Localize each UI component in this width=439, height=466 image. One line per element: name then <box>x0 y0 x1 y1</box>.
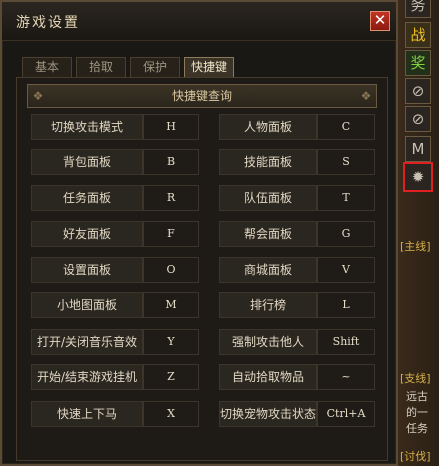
activity-icon[interactable]: 务 <box>405 0 431 18</box>
quest-hunt-tag: [讨伐] <box>400 450 431 463</box>
shortcut-row: 设置面板 O 商城面板 V <box>17 257 389 283</box>
quest-main-tag: [主线] <box>400 240 431 253</box>
shortcut-key-button[interactable]: G <box>317 221 375 247</box>
shortcut-key-button[interactable]: Z <box>143 364 199 390</box>
shortcut-row: 小地图面板 M 排行榜 L <box>17 292 389 318</box>
shortcut-label: 开始/结束游戏挂机 <box>31 364 143 390</box>
shortcut-row: 打开/关闭音乐音效 Y 强制攻击他人 Shift <box>17 329 389 355</box>
shortcut-label: 技能面板 <box>219 149 317 175</box>
shortcut-key-button[interactable]: T <box>317 185 375 211</box>
mail-icon[interactable]: M <box>405 136 431 162</box>
shortcut-row: 快速上下马 X 切换宠物攻击状态 Ctrl+A <box>17 401 389 427</box>
shortcut-label: 商城面板 <box>219 257 317 283</box>
side-quick-bar: 务 战 奖 ⊘ ⊘ M ✹ [主线] [支线] 远古 的一 任务 [讨伐] <box>398 0 439 466</box>
shortcut-key-button[interactable]: Ctrl+A <box>317 401 375 427</box>
battle-icon[interactable]: 战 <box>405 22 431 48</box>
reward-icon[interactable]: 奖 <box>405 50 431 76</box>
tab-shortcuts[interactable]: 快捷键 <box>184 57 234 77</box>
game-settings-dialog: 游戏设置 ✕ 基本 拾取 保护 快捷键 ❖ 快捷键查询 ❖ 切换攻击模式 H 人… <box>0 0 398 466</box>
ornament-left-icon: ❖ <box>32 89 44 103</box>
close-button[interactable]: ✕ <box>370 11 390 31</box>
shortcut-key-button[interactable]: X <box>143 401 199 427</box>
shortcut-key-button[interactable]: M <box>143 292 199 318</box>
shortcut-key-button[interactable]: Y <box>143 329 199 355</box>
settings-tabs: 基本 拾取 保护 快捷键 <box>22 57 234 77</box>
shortcut-label: 任务面板 <box>31 185 143 211</box>
shortcut-label: 队伍面板 <box>219 185 317 211</box>
disabled-icon-2[interactable]: ⊘ <box>405 106 431 132</box>
shortcut-label: 排行榜 <box>219 292 317 318</box>
shortcut-key-button[interactable]: O <box>143 257 199 283</box>
shortcuts-panel: ❖ 快捷键查询 ❖ 切换攻击模式 H 人物面板 C 背包面板 B 技能面板 S … <box>16 77 388 461</box>
shortcut-label: 切换攻击模式 <box>31 114 143 140</box>
shortcut-label: 强制攻击他人 <box>219 329 317 355</box>
shortcut-label: 小地图面板 <box>31 292 143 318</box>
shortcut-key-button[interactable]: V <box>317 257 375 283</box>
quest-text-2: 的一 <box>406 406 428 419</box>
tab-basic[interactable]: 基本 <box>22 57 72 77</box>
shortcut-key-button[interactable]: L <box>317 292 375 318</box>
shortcut-label: 人物面板 <box>219 114 317 140</box>
shortcut-label: 快速上下马 <box>31 401 143 427</box>
shortcut-key-button[interactable]: C <box>317 114 375 140</box>
shortcut-label: 设置面板 <box>31 257 143 283</box>
title-bar[interactable]: 游戏设置 ✕ <box>2 2 396 41</box>
shortcut-row: 背包面板 B 技能面板 S <box>17 149 389 175</box>
quest-text-3: 任务 <box>406 422 428 435</box>
shortcut-label: 打开/关闭音乐音效 <box>31 329 143 355</box>
shortcut-row: 好友面板 F 帮会面板 G <box>17 221 389 247</box>
shortcut-label: 帮会面板 <box>219 221 317 247</box>
shortcut-key-button[interactable]: Shift <box>317 329 375 355</box>
quest-text-1: 远古 <box>406 390 428 403</box>
shortcut-key-button[interactable]: S <box>317 149 375 175</box>
shortcut-row: 切换攻击模式 H 人物面板 C <box>17 114 389 140</box>
dialog-title: 游戏设置 <box>16 15 80 31</box>
tab-protection[interactable]: 保护 <box>130 57 180 77</box>
quest-side-tag: [支线] <box>400 372 431 385</box>
shortcut-row: 开始/结束游戏挂机 Z 自动拾取物品 ~ <box>17 364 389 390</box>
settings-gear-icon[interactable]: ✹ <box>403 162 433 192</box>
shortcut-label: 背包面板 <box>31 149 143 175</box>
tab-pickup[interactable]: 拾取 <box>76 57 126 77</box>
shortcut-query-header: ❖ 快捷键查询 ❖ <box>27 84 377 108</box>
shortcut-key-button[interactable]: H <box>143 114 199 140</box>
shortcut-key-button[interactable]: R <box>143 185 199 211</box>
shortcut-label: 切换宠物攻击状态 <box>219 401 317 427</box>
shortcut-key-button[interactable]: ~ <box>317 364 375 390</box>
disabled-icon-1[interactable]: ⊘ <box>405 78 431 104</box>
shortcut-query-title: 快捷键查询 <box>171 89 232 103</box>
ornament-right-icon: ❖ <box>360 89 372 103</box>
shortcut-key-button[interactable]: B <box>143 149 199 175</box>
shortcut-key-button[interactable]: F <box>143 221 199 247</box>
shortcut-label: 自动拾取物品 <box>219 364 317 390</box>
shortcut-label: 好友面板 <box>31 221 143 247</box>
shortcut-row: 任务面板 R 队伍面板 T <box>17 185 389 211</box>
